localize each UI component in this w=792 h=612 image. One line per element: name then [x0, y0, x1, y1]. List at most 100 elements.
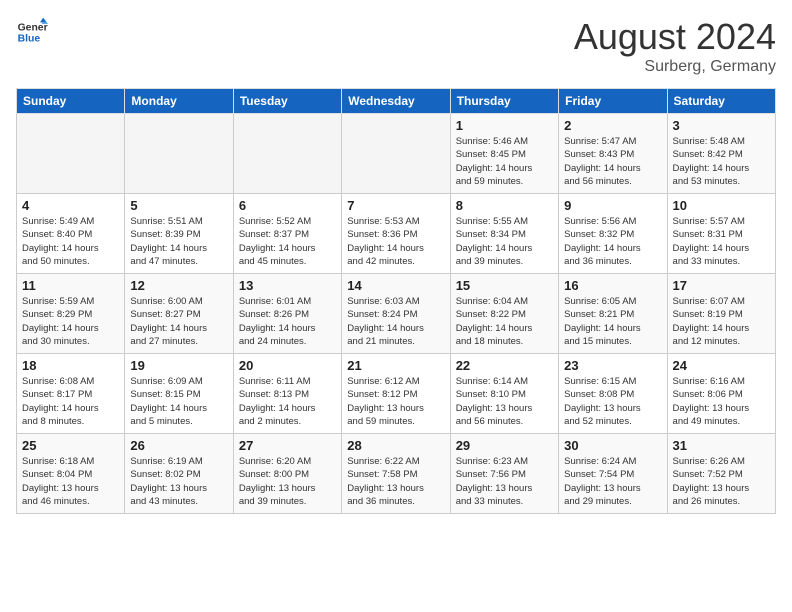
day-info: Sunrise: 5:59 AM Sunset: 8:29 PM Dayligh… — [22, 295, 119, 348]
day-cell: 28Sunrise: 6:22 AM Sunset: 7:58 PM Dayli… — [342, 434, 450, 514]
day-cell: 2Sunrise: 5:47 AM Sunset: 8:43 PM Daylig… — [559, 114, 667, 194]
day-cell: 8Sunrise: 5:55 AM Sunset: 8:34 PM Daylig… — [450, 194, 558, 274]
day-cell — [233, 114, 341, 194]
logo: General Blue — [16, 16, 48, 48]
day-info: Sunrise: 6:14 AM Sunset: 8:10 PM Dayligh… — [456, 375, 553, 428]
day-info: Sunrise: 6:09 AM Sunset: 8:15 PM Dayligh… — [130, 375, 227, 428]
day-number: 17 — [673, 278, 770, 293]
day-cell: 3 Sunrise: 5:48 AM Sunset: 8:42 PM Daylig… — [667, 114, 775, 194]
day-info: Sunrise: 6:08 AM Sunset: 8:17 PM Dayligh… — [22, 375, 119, 428]
day-info: Sunrise: 6:07 AM Sunset: 8:19 PM Dayligh… — [673, 295, 770, 348]
day-header-monday: Monday — [125, 89, 233, 114]
day-cell: 13 Sunrise: 6:01 AM Sunset: 8:26 PM Dayli… — [233, 274, 341, 354]
day-number: 31 — [673, 438, 770, 453]
day-cell: 19 Sunrise: 6:09 AM Sunset: 8:15 PM Dayli… — [125, 354, 233, 434]
day-number: 25 — [22, 438, 119, 453]
week-row-5: 25Sunrise: 6:18 AM Sunset: 8:04 PM Dayli… — [17, 434, 776, 514]
day-info: Sunrise: 6:16 AM Sunset: 8:06 PM Dayligh… — [673, 375, 770, 428]
day-cell: 6 Sunrise: 5:52 AM Sunset: 8:37 PM Daylig… — [233, 194, 341, 274]
day-info: Sunrise: 6:05 AM Sunset: 8:21 PM Dayligh… — [564, 295, 661, 348]
day-number: 28 — [347, 438, 444, 453]
day-cell: 16 Sunrise: 6:05 AM Sunset: 8:21 PM Dayli… — [559, 274, 667, 354]
day-cell: 24 Sunrise: 6:16 AM Sunset: 8:06 PM Dayli… — [667, 354, 775, 434]
header-row: SundayMondayTuesdayWednesdayThursdayFrid… — [17, 89, 776, 114]
day-number: 15 — [456, 278, 553, 293]
day-number: 11 — [22, 278, 119, 293]
day-number: 21 — [347, 358, 444, 373]
week-row-3: 11 Sunrise: 5:59 AM Sunset: 8:29 PM Dayli… — [17, 274, 776, 354]
week-row-1: 1 Sunrise: 5:46 AM Sunset: 8:45 PM Daylig… — [17, 114, 776, 194]
day-info: Sunrise: 6:12 AM Sunset: 8:12 PM Dayligh… — [347, 375, 444, 428]
day-header-wednesday: Wednesday — [342, 89, 450, 114]
day-cell: 11 Sunrise: 5:59 AM Sunset: 8:29 PM Dayli… — [17, 274, 125, 354]
day-cell — [125, 114, 233, 194]
title-block: August 2024 Surberg, Germany — [574, 16, 776, 76]
day-number: 1 — [456, 118, 553, 133]
day-header-friday: Friday — [559, 89, 667, 114]
day-number: 30 — [564, 438, 661, 453]
day-cell — [17, 114, 125, 194]
day-cell: 14Sunrise: 6:03 AM Sunset: 8:24 PM Dayli… — [342, 274, 450, 354]
day-number: 24 — [673, 358, 770, 373]
day-cell: 30 Sunrise: 6:24 AM Sunset: 7:54 PM Dayli… — [559, 434, 667, 514]
day-info: Sunrise: 5:46 AM Sunset: 8:45 PM Dayligh… — [456, 135, 553, 188]
day-header-saturday: Saturday — [667, 89, 775, 114]
day-cell: 21 Sunrise: 6:12 AM Sunset: 8:12 PM Dayli… — [342, 354, 450, 434]
day-number: 23 — [564, 358, 661, 373]
svg-text:General: General — [18, 22, 48, 33]
day-cell: 29 Sunrise: 6:23 AM Sunset: 7:56 PM Dayli… — [450, 434, 558, 514]
day-cell: 7Sunrise: 5:53 AM Sunset: 8:36 PM Daylig… — [342, 194, 450, 274]
day-cell: 25Sunrise: 6:18 AM Sunset: 8:04 PM Dayli… — [17, 434, 125, 514]
day-cell: 15 Sunrise: 6:04 AM Sunset: 8:22 PM Dayli… — [450, 274, 558, 354]
day-number: 12 — [130, 278, 227, 293]
day-info: Sunrise: 5:49 AM Sunset: 8:40 PM Dayligh… — [22, 215, 119, 268]
day-number: 3 — [673, 118, 770, 133]
day-info: Sunrise: 6:00 AM Sunset: 8:27 PM Dayligh… — [130, 295, 227, 348]
day-number: 18 — [22, 358, 119, 373]
day-info: Sunrise: 5:56 AM Sunset: 8:32 PM Dayligh… — [564, 215, 661, 268]
day-header-sunday: Sunday — [17, 89, 125, 114]
day-cell: 12 Sunrise: 6:00 AM Sunset: 8:27 PM Dayli… — [125, 274, 233, 354]
day-info: Sunrise: 6:23 AM Sunset: 7:56 PM Dayligh… — [456, 455, 553, 508]
day-cell: 10 Sunrise: 5:57 AM Sunset: 8:31 PM Dayli… — [667, 194, 775, 274]
day-number: 4 — [22, 198, 119, 213]
day-header-thursday: Thursday — [450, 89, 558, 114]
day-info: Sunrise: 6:26 AM Sunset: 7:52 PM Dayligh… — [673, 455, 770, 508]
day-info: Sunrise: 5:52 AM Sunset: 8:37 PM Dayligh… — [239, 215, 336, 268]
day-number: 7 — [347, 198, 444, 213]
day-cell: 22 Sunrise: 6:14 AM Sunset: 8:10 PM Dayli… — [450, 354, 558, 434]
day-cell: 4 Sunrise: 5:49 AM Sunset: 8:40 PM Daylig… — [17, 194, 125, 274]
day-cell: 20Sunrise: 6:11 AM Sunset: 8:13 PM Dayli… — [233, 354, 341, 434]
day-cell: 9Sunrise: 5:56 AM Sunset: 8:32 PM Daylig… — [559, 194, 667, 274]
day-number: 14 — [347, 278, 444, 293]
day-number: 27 — [239, 438, 336, 453]
day-cell: 5 Sunrise: 5:51 AM Sunset: 8:39 PM Daylig… — [125, 194, 233, 274]
day-number: 13 — [239, 278, 336, 293]
day-number: 2 — [564, 118, 661, 133]
day-cell: 27Sunrise: 6:20 AM Sunset: 8:00 PM Dayli… — [233, 434, 341, 514]
day-info: Sunrise: 5:51 AM Sunset: 8:39 PM Dayligh… — [130, 215, 227, 268]
day-info: Sunrise: 5:48 AM Sunset: 8:42 PM Dayligh… — [673, 135, 770, 188]
svg-text:Blue: Blue — [18, 34, 41, 45]
day-number: 6 — [239, 198, 336, 213]
day-number: 16 — [564, 278, 661, 293]
day-cell: 26 Sunrise: 6:19 AM Sunset: 8:02 PM Dayli… — [125, 434, 233, 514]
day-number: 19 — [130, 358, 227, 373]
day-number: 22 — [456, 358, 553, 373]
day-number: 29 — [456, 438, 553, 453]
day-info: Sunrise: 6:15 AM Sunset: 8:08 PM Dayligh… — [564, 375, 661, 428]
day-cell — [342, 114, 450, 194]
day-number: 26 — [130, 438, 227, 453]
day-info: Sunrise: 5:55 AM Sunset: 8:34 PM Dayligh… — [456, 215, 553, 268]
day-info: Sunrise: 6:01 AM Sunset: 8:26 PM Dayligh… — [239, 295, 336, 348]
day-info: Sunrise: 6:24 AM Sunset: 7:54 PM Dayligh… — [564, 455, 661, 508]
logo-icon: General Blue — [16, 16, 48, 48]
day-number: 5 — [130, 198, 227, 213]
week-row-4: 18 Sunrise: 6:08 AM Sunset: 8:17 PM Dayli… — [17, 354, 776, 434]
day-info: Sunrise: 5:57 AM Sunset: 8:31 PM Dayligh… — [673, 215, 770, 268]
day-number: 10 — [673, 198, 770, 213]
day-info: Sunrise: 6:04 AM Sunset: 8:22 PM Dayligh… — [456, 295, 553, 348]
day-info: Sunrise: 6:19 AM Sunset: 8:02 PM Dayligh… — [130, 455, 227, 508]
calendar-table: SundayMondayTuesdayWednesdayThursdayFrid… — [16, 88, 776, 514]
day-number: 20 — [239, 358, 336, 373]
